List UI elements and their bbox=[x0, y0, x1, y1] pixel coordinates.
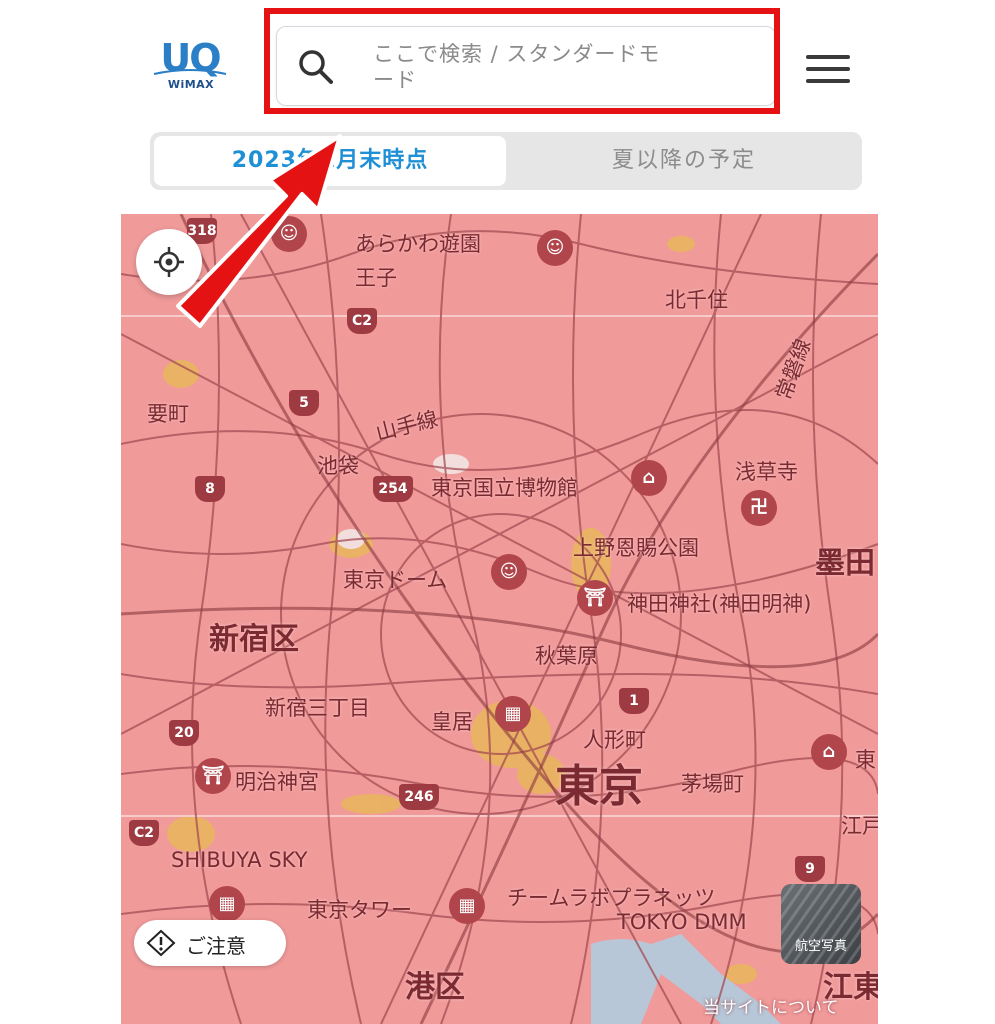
map-label: チームラボプラネッツ bbox=[507, 886, 716, 910]
about-site-link[interactable]: 当サイトについて bbox=[703, 993, 839, 1018]
uq-wimax-logo[interactable]: UQ WiMAX bbox=[150, 38, 230, 96]
route-shield: C2 bbox=[129, 820, 159, 846]
temple-icon: 卍 bbox=[741, 490, 777, 526]
route-shield: 5 bbox=[289, 390, 319, 416]
map-label: 上野恩賜公園 bbox=[573, 536, 699, 560]
route-shield: C2 bbox=[347, 308, 377, 334]
map-label: 東京ドーム bbox=[343, 568, 448, 592]
tab-future[interactable]: 夏以降の予定 bbox=[510, 136, 858, 186]
map-label: 池袋 bbox=[317, 454, 359, 478]
route-shield: 9 bbox=[795, 856, 825, 882]
aerial-label: 航空写真 bbox=[794, 939, 847, 954]
crosshair-icon bbox=[154, 247, 184, 277]
map-label: 東京タワー bbox=[307, 898, 412, 922]
poi-icon: ☺ bbox=[491, 554, 527, 590]
locate-button[interactable] bbox=[136, 229, 202, 295]
museum-icon: ⌂ bbox=[631, 460, 667, 496]
route-shield: 1 bbox=[619, 688, 649, 714]
map-label: 神田神社(神田明神) bbox=[627, 592, 812, 616]
caution-label: ご注意 bbox=[186, 934, 246, 958]
logo-brand: UQ bbox=[160, 36, 221, 80]
map-label: 皇居 bbox=[431, 710, 473, 734]
period-tabs: 2023年1月末時点 夏以降の予定 bbox=[150, 132, 862, 190]
map-label: 新宿三丁目 bbox=[265, 696, 370, 720]
map-label: 江戸 bbox=[841, 814, 878, 838]
coverage-map[interactable]: 318 C2 5 254 8 1 20 246 C2 9 ☺ ☺ ⌂ 卍 ☺ ⛩… bbox=[121, 214, 878, 1024]
map-label: 新宿区 bbox=[209, 622, 299, 657]
map-label: TOKYO DMM bbox=[617, 910, 747, 934]
map-label: 墨田 bbox=[815, 546, 875, 581]
map-label: 東 bbox=[855, 748, 876, 772]
map-label: あらかわ遊園 bbox=[355, 232, 481, 256]
route-shield: 8 bbox=[195, 476, 225, 502]
poi-icon: ▦ bbox=[495, 696, 531, 732]
map-label: 明治神宮 bbox=[235, 770, 319, 794]
caution-button[interactable]: ご注意 bbox=[134, 920, 286, 966]
search-highlight-box bbox=[264, 8, 780, 114]
poi-icon: ▦ bbox=[209, 886, 245, 922]
map-label: SHIBUYA SKY bbox=[171, 848, 308, 872]
logo-sub: WiMAX bbox=[167, 78, 215, 91]
map-label: 東京 bbox=[555, 761, 643, 812]
route-shield: 246 bbox=[399, 784, 439, 810]
shrine-icon: ⛩ bbox=[577, 580, 613, 616]
route-shield: 20 bbox=[169, 720, 199, 746]
poi-icon: ☺ bbox=[537, 230, 573, 266]
route-shield: 254 bbox=[373, 476, 413, 502]
map-label: 王子 bbox=[355, 266, 397, 290]
museum-icon: ⌂ bbox=[811, 734, 847, 770]
shrine-icon: ⛩ bbox=[195, 758, 231, 794]
tab-current[interactable]: 2023年1月末時点 bbox=[154, 136, 506, 186]
aerial-photo-button[interactable]: 航空写真 bbox=[781, 884, 861, 964]
warning-icon bbox=[146, 929, 176, 957]
map-label: 東京国立博物館 bbox=[431, 476, 578, 500]
map-label: 北千住 bbox=[665, 288, 728, 312]
map-label: 秋葉原 bbox=[535, 644, 598, 668]
map-label: 港区 bbox=[405, 970, 465, 1005]
poi-icon: ☺ bbox=[271, 216, 307, 252]
hamburger-menu-icon[interactable] bbox=[806, 55, 850, 85]
map-label: 浅草寺 bbox=[735, 460, 798, 484]
map-label: 要町 bbox=[147, 402, 189, 426]
map-label: 茅場町 bbox=[681, 772, 744, 796]
poi-icon: ▦ bbox=[449, 888, 485, 924]
